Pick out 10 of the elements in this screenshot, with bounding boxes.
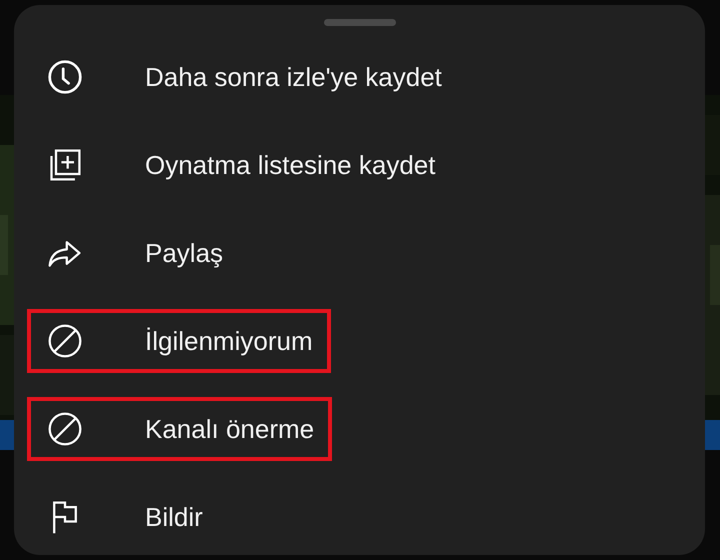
menu-item[interactable]: Paylaş (27, 221, 242, 285)
block-icon (47, 323, 83, 359)
menu-item[interactable]: İlgilenmiyorum (27, 309, 331, 373)
drag-handle[interactable] (324, 19, 396, 26)
clock-icon (47, 59, 83, 95)
menu-item[interactable]: Oynatma listesine kaydet (27, 133, 454, 197)
menu-item[interactable]: Bildir (27, 485, 221, 549)
menu-item[interactable]: Daha sonra izle'ye kaydet (27, 45, 460, 109)
menu-item[interactable]: Kanalı önerme (27, 397, 332, 461)
block-icon (47, 411, 83, 447)
